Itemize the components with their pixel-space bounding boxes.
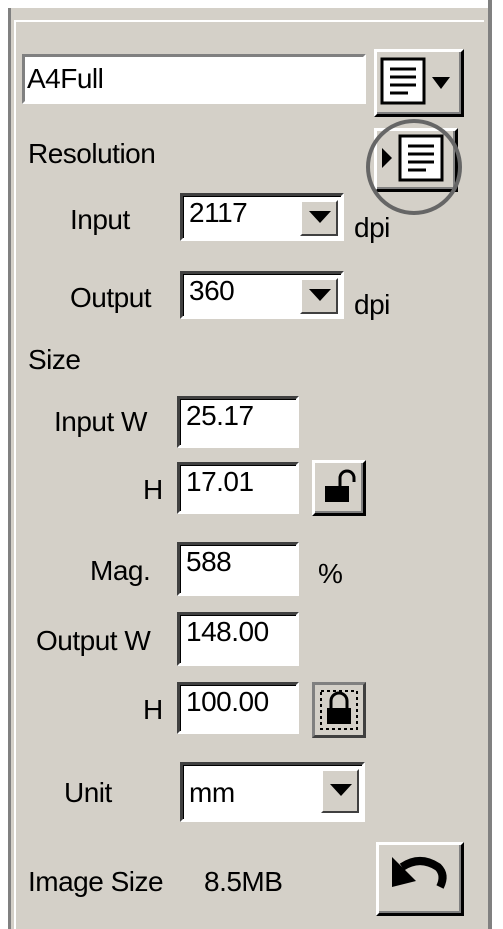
input-height-label: H xyxy=(143,474,163,505)
input-width-field[interactable]: 25.17 xyxy=(177,396,299,448)
output-resolution-dropdown-button[interactable] xyxy=(300,278,338,314)
output-height-field[interactable]: 100.00 xyxy=(177,682,299,734)
input-height-field[interactable]: 17.01 xyxy=(177,462,299,514)
output-height-value: 100.00 xyxy=(186,686,269,717)
magnification-unit: % xyxy=(318,558,343,589)
magnification-field[interactable]: 588 xyxy=(177,542,299,596)
unit-label: Unit xyxy=(64,777,112,808)
unlocked-padlock-icon xyxy=(325,469,356,502)
output-aspect-lock-button[interactable] xyxy=(312,682,366,738)
expand-list-icon xyxy=(382,134,444,182)
input-height-value: 17.01 xyxy=(186,466,254,497)
preset-menu-button[interactable] xyxy=(374,49,464,117)
resolution-heading: Resolution xyxy=(28,138,156,169)
unit-dropdown-button[interactable] xyxy=(321,769,359,813)
preset-name-field[interactable]: A4Full xyxy=(22,54,366,104)
unit-value: mm xyxy=(189,777,235,808)
magnification-value: 588 xyxy=(186,546,232,577)
image-size-value: 8.5MB xyxy=(204,866,283,897)
size-heading: Size xyxy=(28,344,81,375)
locked-padlock-icon xyxy=(320,690,358,730)
input-resolution-label: Input xyxy=(70,204,130,235)
resolution-expand-button[interactable] xyxy=(374,128,458,192)
unit-select[interactable]: mm xyxy=(180,762,365,822)
output-resolution-select[interactable]: 360 xyxy=(180,271,344,319)
input-resolution-value: 2117 xyxy=(189,197,248,228)
output-width-label: Output W xyxy=(36,625,151,656)
chevron-down-icon xyxy=(330,784,352,796)
input-resolution-dropdown-button[interactable] xyxy=(300,200,338,236)
input-resolution-unit: dpi xyxy=(354,212,390,243)
output-width-value: 148.00 xyxy=(186,616,269,647)
crop-settings-panel: A4Full Resolution Input 2117 dpi Output … xyxy=(0,0,503,929)
input-width-label: Input W xyxy=(54,406,147,437)
chevron-down-icon xyxy=(309,211,331,223)
input-aspect-lock-button[interactable] xyxy=(312,460,366,516)
list-menu-icon xyxy=(380,57,450,105)
preset-name-value: A4Full xyxy=(27,63,104,94)
input-resolution-select[interactable]: 2117 xyxy=(180,193,344,241)
input-width-value: 25.17 xyxy=(186,400,254,431)
output-height-label: H xyxy=(143,694,163,725)
chevron-down-icon xyxy=(309,289,331,301)
reset-button[interactable] xyxy=(376,842,464,916)
magnification-label: Mag. xyxy=(90,555,151,586)
output-resolution-label: Output xyxy=(70,282,152,313)
undo-arrow-icon xyxy=(392,857,447,889)
image-size-label: Image Size xyxy=(28,866,164,897)
output-width-field[interactable]: 148.00 xyxy=(177,612,299,666)
output-resolution-unit: dpi xyxy=(354,289,390,320)
output-resolution-value: 360 xyxy=(189,275,235,306)
